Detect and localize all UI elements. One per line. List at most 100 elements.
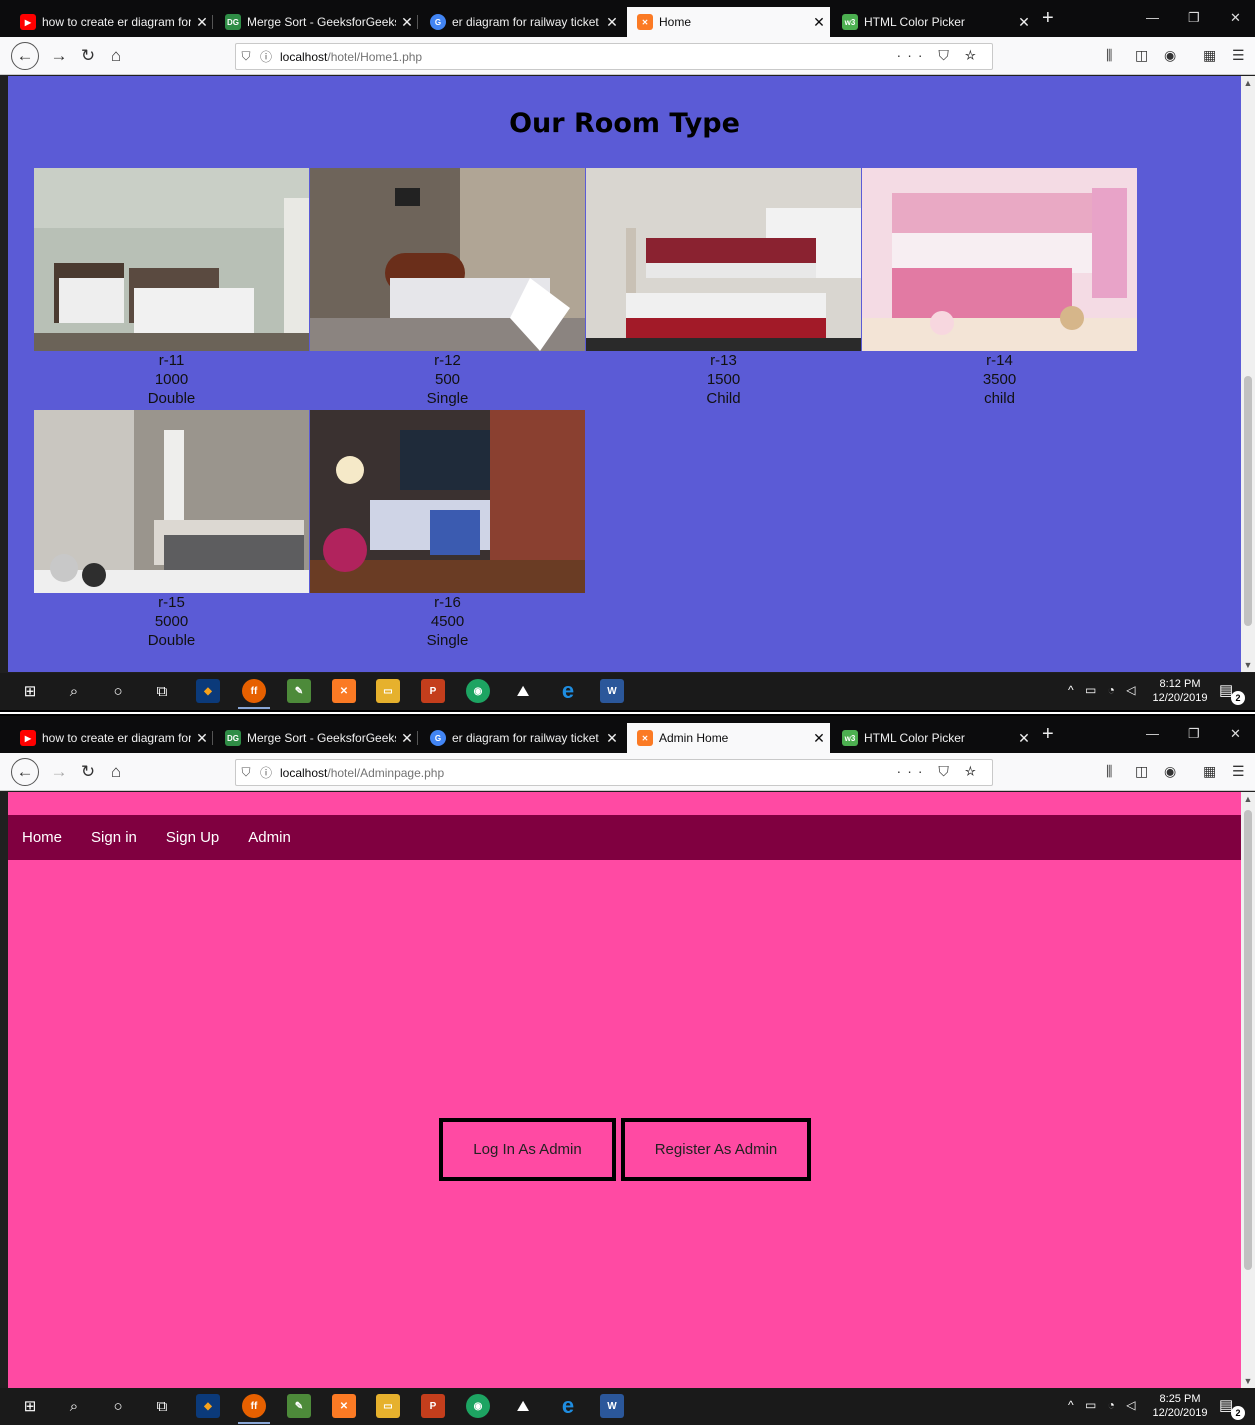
chrome-icon[interactable]: ◉ — [466, 1394, 490, 1418]
matlab-icon[interactable]: ◆ — [196, 1394, 220, 1418]
account-icon[interactable]: ◉ — [1164, 763, 1176, 780]
page-actions-icon[interactable]: ··· ⛉ ☆ — [897, 763, 982, 780]
room-card[interactable]: r-13 1500 Child — [586, 168, 861, 408]
new-tab-icon[interactable]: + — [1042, 724, 1054, 744]
nav-admin-link[interactable]: Admin — [248, 829, 291, 846]
cortana-icon[interactable]: ○ — [106, 679, 130, 703]
clock[interactable]: 8:25 PM 12/20/2019 — [1150, 1392, 1210, 1420]
register-admin-button[interactable]: Register As Admin — [621, 1118, 811, 1181]
library-icon[interactable]: ⫼ — [1106, 763, 1112, 780]
tab-google[interactable]: G er diagram for railway ticket bo ✕ — [420, 7, 623, 37]
room-card[interactable]: r-11 1000 Double — [34, 168, 309, 408]
close-tab-icon[interactable]: ✕ — [396, 14, 418, 31]
minimize-icon[interactable]: — — [1146, 10, 1159, 25]
menu-icon[interactable]: ☰ — [1232, 763, 1245, 780]
notepad-icon[interactable]: ✎ — [287, 1394, 311, 1418]
forward-icon[interactable]: → — [47, 44, 71, 68]
menu-icon[interactable]: ☰ — [1232, 47, 1245, 64]
firefox-icon[interactable]: ff — [238, 1394, 270, 1424]
scroll-thumb[interactable] — [1244, 376, 1252, 626]
close-tab-icon[interactable]: ✕ — [601, 14, 623, 31]
tab-youtube[interactable]: ▶ how to create er diagram for tr ✕ — [10, 7, 213, 37]
system-tray-icons[interactable]: ^ ▭ ◔ ◁ — [1068, 683, 1139, 697]
close-tab-icon[interactable]: ✕ — [601, 730, 623, 747]
firefox-icon[interactable]: ff — [238, 679, 270, 709]
close-tab-icon[interactable]: ✕ — [808, 14, 830, 31]
close-tab-icon[interactable]: ✕ — [808, 730, 830, 747]
restore-icon[interactable]: ❐ — [1188, 10, 1200, 26]
account-icon[interactable]: ◉ — [1164, 47, 1176, 64]
close-tab-icon[interactable]: ✕ — [396, 730, 418, 747]
sidebar-icon[interactable]: ◫ — [1135, 763, 1148, 780]
close-tab-icon[interactable]: ✕ — [191, 14, 213, 31]
chrome-icon[interactable]: ◉ — [466, 679, 490, 703]
powerpoint-icon[interactable]: P — [421, 1394, 445, 1418]
sidebar-icon[interactable]: ◫ — [1135, 47, 1148, 64]
nav-home-link[interactable]: Home — [22, 829, 62, 846]
close-tab-icon[interactable]: ✕ — [1013, 730, 1035, 747]
search-icon[interactable]: ⌕ — [62, 679, 86, 703]
xampp-icon[interactable]: ✕ — [332, 1394, 356, 1418]
word-icon[interactable]: W — [600, 679, 624, 703]
tab-color-picker[interactable]: w3 HTML Color Picker ✕ — [832, 7, 1035, 37]
notification-icon[interactable]: ▤ 2 — [1219, 1396, 1245, 1420]
edge-icon[interactable]: e — [556, 1393, 580, 1418]
room-card[interactable]: r-14 3500 child — [862, 168, 1137, 408]
xampp-icon[interactable]: ✕ — [332, 679, 356, 703]
url-bar[interactable]: ⛉ ⓘ localhost/hotel/Adminpage.php ··· ⛉ … — [235, 759, 993, 786]
info-icon[interactable]: ⓘ — [256, 48, 276, 65]
matlab-icon[interactable]: ◆ — [196, 679, 220, 703]
home-icon[interactable]: ⌂ — [104, 760, 128, 784]
shield-icon[interactable]: ⛉ — [236, 49, 256, 64]
home-icon[interactable]: ⌂ — [104, 44, 128, 68]
scroll-up-icon[interactable]: ▲ — [1241, 78, 1255, 88]
forward-icon[interactable]: → — [47, 760, 71, 784]
library-icon[interactable]: ⫼ — [1106, 47, 1112, 64]
reload-icon[interactable]: ↻ — [76, 760, 100, 784]
restore-icon[interactable]: ❐ — [1188, 726, 1200, 742]
scroll-down-icon[interactable]: ▼ — [1241, 660, 1255, 670]
scroll-down-icon[interactable]: ▼ — [1241, 1376, 1255, 1386]
tab-youtube[interactable]: ▶ how to create er diagram for tr ✕ — [10, 723, 213, 753]
photos-icon[interactable]: ⛰ — [511, 679, 535, 703]
notification-icon[interactable]: ▤ 2 — [1219, 681, 1245, 705]
tab-geeksforgeeks[interactable]: DG Merge Sort - GeeksforGeeks ✕ — [215, 723, 418, 753]
edge-icon[interactable]: e — [556, 678, 580, 703]
login-admin-button[interactable]: Log In As Admin — [439, 1118, 616, 1181]
room-card[interactable]: r-16 4500 Single — [310, 410, 585, 650]
scroll-up-icon[interactable]: ▲ — [1241, 794, 1255, 804]
windows-start-icon[interactable]: ⊞ — [18, 1394, 42, 1418]
shield-icon[interactable]: ⛉ — [236, 765, 256, 780]
reload-icon[interactable]: ↻ — [76, 44, 100, 68]
back-icon[interactable]: ← — [11, 42, 39, 70]
close-tab-icon[interactable]: ✕ — [1013, 14, 1035, 31]
minimize-icon[interactable]: — — [1146, 726, 1159, 741]
system-tray-icons[interactable]: ^ ▭ ◔ ◁ — [1068, 1398, 1139, 1412]
task-view-icon[interactable]: ⧉ — [150, 1394, 174, 1418]
file-explorer-icon[interactable]: ▭ — [376, 679, 400, 703]
nav-sign-up-link[interactable]: Sign Up — [166, 829, 219, 846]
window-close-icon[interactable]: ✕ — [1230, 726, 1241, 742]
tab-color-picker[interactable]: w3 HTML Color Picker ✕ — [832, 723, 1035, 753]
tab-geeksforgeeks[interactable]: DG Merge Sort - GeeksforGeeks ✕ — [215, 7, 418, 37]
url-bar[interactable]: ⛉ ⓘ localhost/hotel/Home1.php ··· ⛉ ☆ — [235, 43, 993, 70]
tab-admin-home[interactable]: ✕ Admin Home ✕ — [627, 723, 830, 753]
close-tab-icon[interactable]: ✕ — [191, 730, 213, 747]
word-icon[interactable]: W — [600, 1394, 624, 1418]
info-icon[interactable]: ⓘ — [256, 764, 276, 781]
powerpoint-icon[interactable]: P — [421, 679, 445, 703]
tab-google[interactable]: G er diagram for railway ticket bo ✕ — [420, 723, 623, 753]
back-icon[interactable]: ← — [11, 758, 39, 786]
page-scrollbar[interactable]: ▲ ▼ — [1241, 76, 1255, 672]
task-view-icon[interactable]: ⧉ — [150, 679, 174, 703]
photos-icon[interactable]: ⛰ — [511, 1394, 535, 1418]
nav-sign-in-link[interactable]: Sign in — [91, 829, 137, 846]
extension-icon[interactable]: ▦ — [1203, 763, 1216, 780]
page-actions-icon[interactable]: ··· ⛉ ☆ — [897, 47, 982, 64]
window-close-icon[interactable]: ✕ — [1230, 10, 1241, 26]
tab-home[interactable]: ✕ Home ✕ — [627, 7, 830, 37]
clock[interactable]: 8:12 PM 12/20/2019 — [1150, 677, 1210, 705]
room-card[interactable]: r-15 5000 Double — [34, 410, 309, 650]
notepad-icon[interactable]: ✎ — [287, 679, 311, 703]
cortana-icon[interactable]: ○ — [106, 1394, 130, 1418]
